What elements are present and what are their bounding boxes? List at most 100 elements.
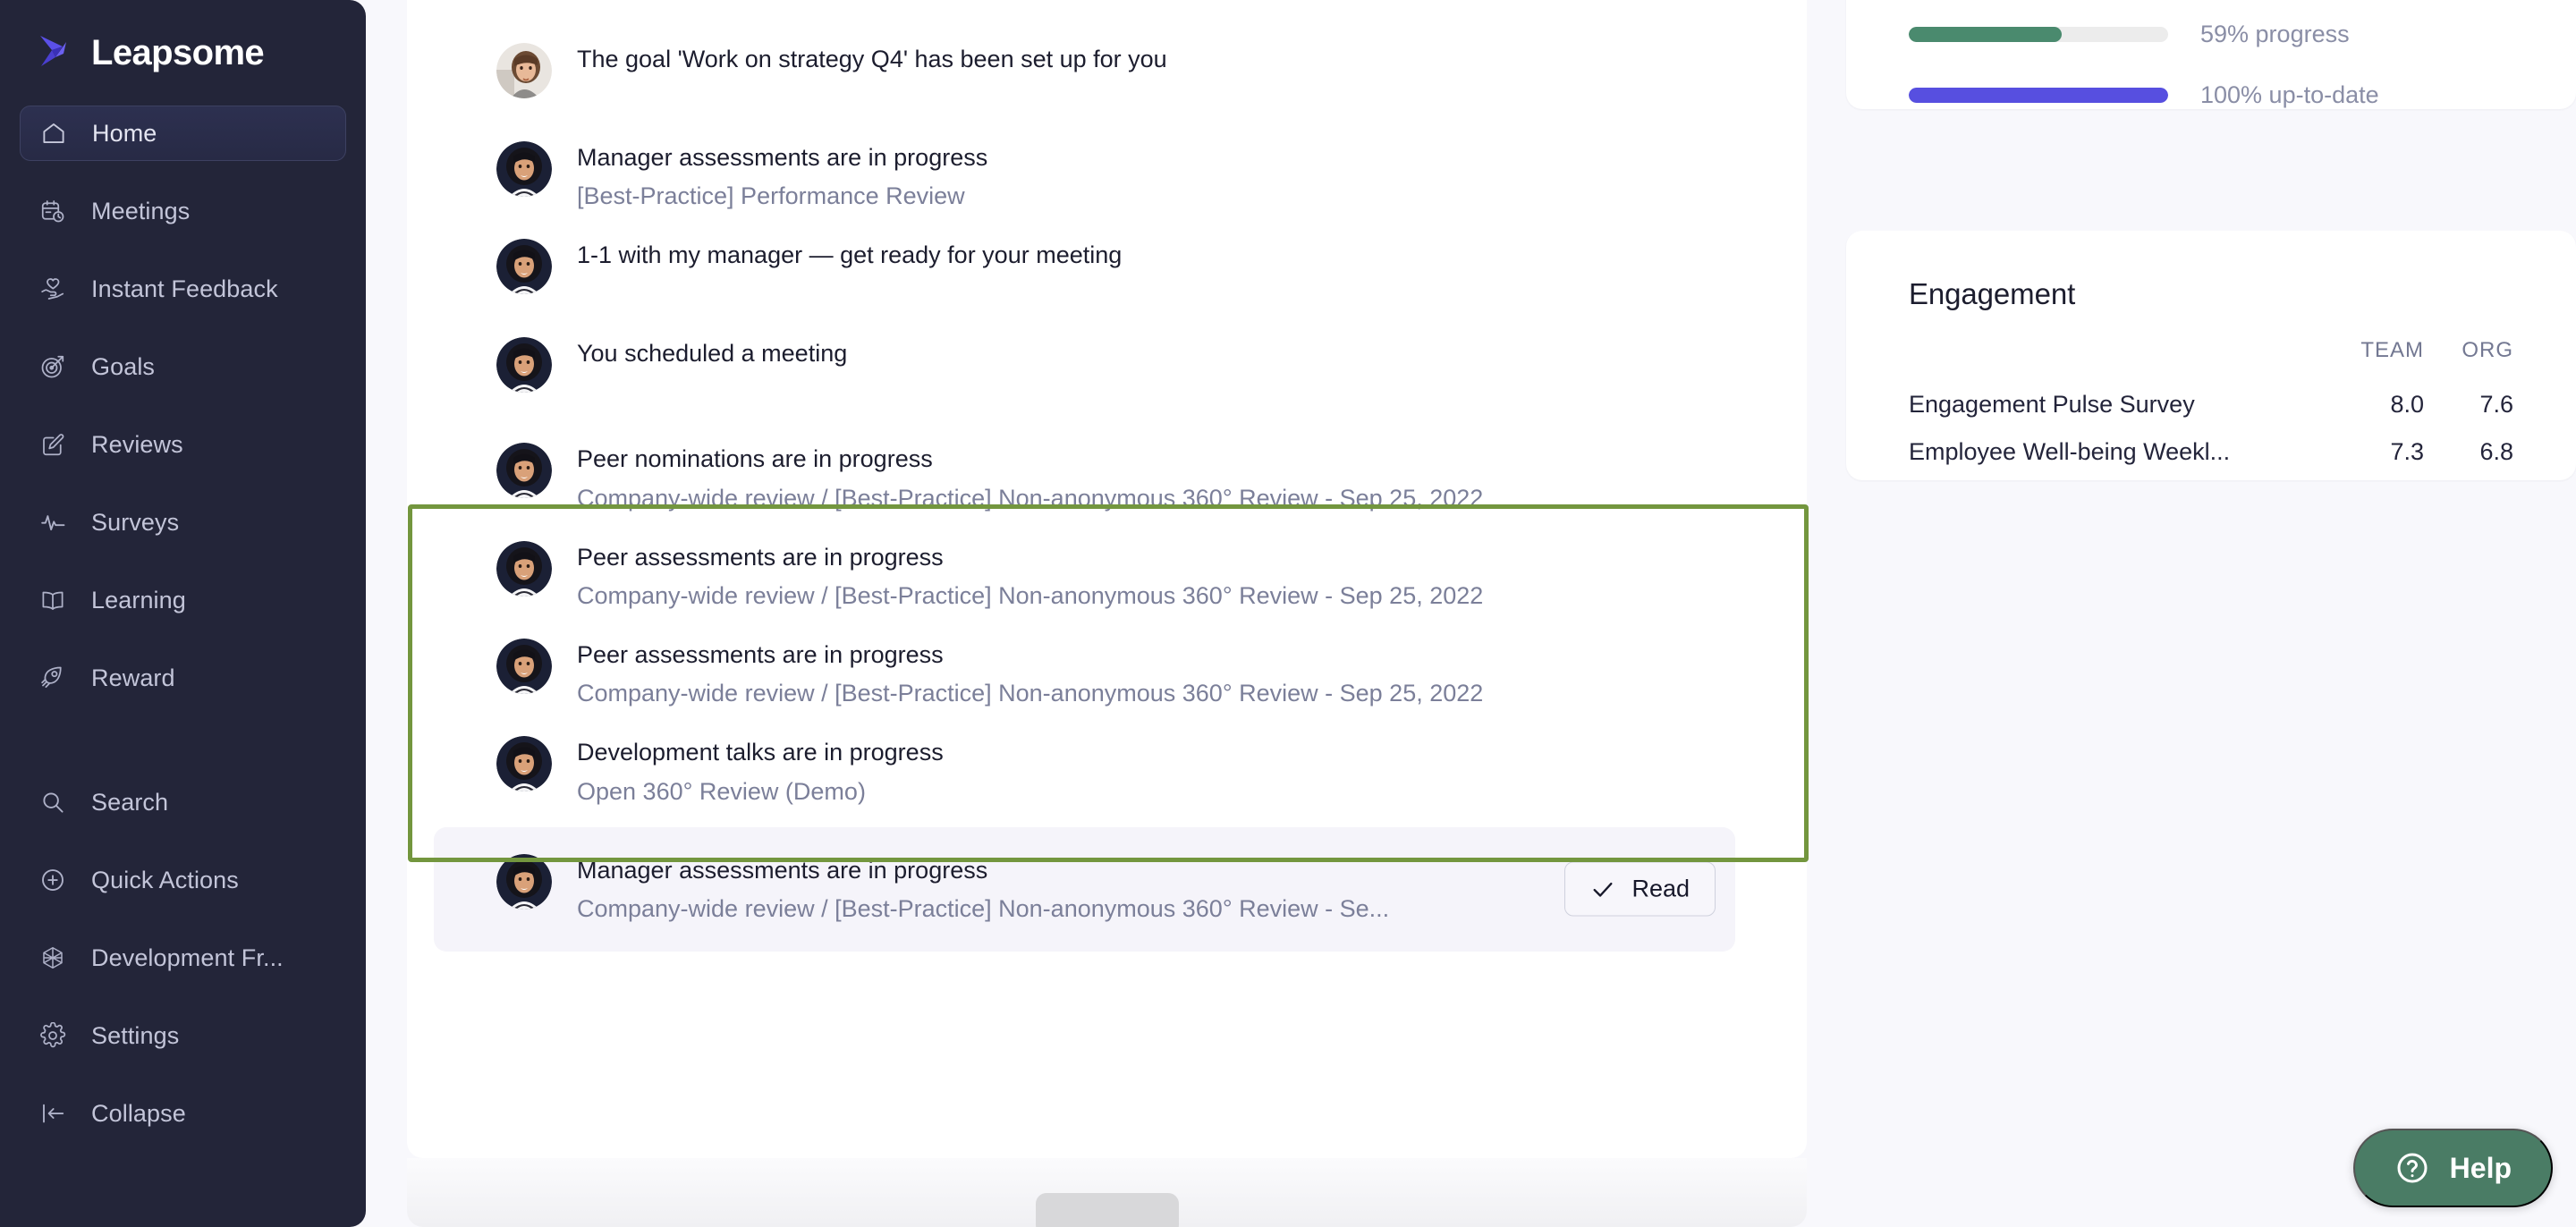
notification-title: Development talks are in progress (577, 739, 944, 766)
list-item[interactable]: Peer nominations are in progress Company… (407, 441, 1807, 513)
sidebar-item-home[interactable]: Home (20, 106, 346, 161)
notification-subtitle: Open 360° Review (Demo) (577, 777, 866, 805)
show-more-button[interactable] (1035, 1193, 1179, 1227)
brand[interactable]: Leapsome (20, 0, 346, 106)
feed-footer-strip (407, 1158, 1807, 1227)
avatar (496, 443, 552, 499)
engagement-table: TEAM ORG Engagement Pulse Survey 8.0 7.6… (1909, 338, 2513, 476)
progress-label: 59% progress (2200, 20, 2350, 47)
list-item-unread[interactable]: Manager assessments are in progress Comp… (434, 826, 1735, 952)
sidebar-item-label: Search (91, 788, 169, 816)
sidebar-item-label: Development Fr... (91, 944, 284, 971)
sidebar-item-development-framework[interactable]: Development Fr... (20, 930, 346, 986)
list-item-body: Development talks are in progress Open 3… (577, 734, 944, 807)
engagement-card: Engagement TEAM ORG Engagement Pulse Sur… (1846, 231, 2576, 480)
sidebar-item-reviews[interactable]: Reviews (20, 417, 346, 472)
collapse-left-icon (39, 1100, 66, 1127)
survey-org-score: 7.6 (2479, 391, 2513, 418)
sidebar-item-label: Reward (91, 664, 175, 691)
notification-title: You scheduled a meeting (577, 340, 848, 368)
notifications-card: The goal 'Work on strategy Q4' has been … (407, 0, 1807, 1158)
sidebar-item-label: Instant Feedback (91, 275, 278, 302)
list-item[interactable]: You scheduled a meeting (407, 335, 1807, 393)
sidebar-item-goals[interactable]: Goals (20, 339, 346, 394)
progress-card: 59% progress 100% up-to-date (1846, 0, 2576, 109)
sidebar-item-search[interactable]: Search (20, 774, 346, 830)
avatar (496, 639, 552, 695)
list-item-body: Peer assessments are in progress Company… (577, 637, 1483, 709)
table-header-row: TEAM ORG (1909, 338, 2513, 381)
notification-title: 1-1 with my manager — get ready for your… (577, 241, 1123, 269)
list-item-body: You scheduled a meeting (577, 335, 847, 369)
survey-team-score: 8.0 (2390, 391, 2424, 418)
survey-org-score: 6.8 (2479, 438, 2513, 465)
list-item: Manager assessments are in progress Comp… (496, 852, 1735, 925)
search-icon (39, 789, 66, 816)
list-item[interactable]: 1-1 with my manager — get ready for your… (407, 237, 1807, 295)
edit-square-icon (39, 431, 66, 458)
engagement-title: Engagement (1909, 277, 2076, 310)
pulse-wave-icon (39, 509, 66, 536)
list-item[interactable]: Peer assessments are in progress Company… (407, 637, 1807, 709)
rocket-icon (39, 664, 66, 691)
notification-subtitle: Company-wide review / [Best-Practice] No… (577, 680, 1484, 707)
progress-bar-track (1909, 26, 2168, 42)
hand-heart-icon (39, 275, 66, 302)
sidebar-item-label: Meetings (91, 197, 191, 224)
progress-label: 100% up-to-date (2200, 80, 2379, 108)
list-item-body: Manager assessments are in progress [Bes… (577, 140, 987, 212)
list-item[interactable]: Manager assessments are in progress [Bes… (407, 140, 1807, 212)
help-label: Help (2449, 1151, 2512, 1184)
sidebar-item-surveys[interactable]: Surveys (20, 495, 346, 550)
avatar (496, 853, 552, 910)
notifications-list: The goal 'Work on strategy Q4' has been … (407, 0, 1807, 952)
table-row[interactable]: Employee Well-being Weekl... 7.3 6.8 (1909, 428, 2513, 476)
notification-title: Manager assessments are in progress (577, 144, 988, 171)
check-icon (1590, 876, 1615, 901)
table-row[interactable]: Engagement Pulse Survey 8.0 7.6 (1909, 381, 2513, 428)
home-icon (40, 120, 67, 147)
sidebar-item-reward[interactable]: Reward (20, 650, 346, 706)
plus-circle-icon (39, 867, 66, 893)
notification-subtitle: Company-wide review / [Best-Practice] No… (577, 894, 1390, 922)
sidebar-item-quick-actions[interactable]: Quick Actions (20, 852, 346, 908)
list-item-body: 1-1 with my manager — get ready for your… (577, 237, 1122, 271)
avatar (496, 43, 552, 98)
sidebar-item-label: Quick Actions (91, 866, 239, 893)
sidebar-item-label: Settings (91, 1021, 180, 1049)
sidebar-item-settings[interactable]: Settings (20, 1008, 346, 1063)
app-root: Leapsome Home Meetings Instant Feedback (0, 0, 2576, 1227)
avatar (496, 540, 552, 597)
help-button[interactable]: Help (2352, 1129, 2553, 1207)
list-item-body: Peer assessments are in progress Company… (577, 539, 1483, 612)
progress-row: 59% progress (1909, 4, 2513, 64)
calendar-clock-icon (39, 198, 66, 224)
sidebar-item-collapse[interactable]: Collapse (20, 1086, 346, 1141)
sidebar-item-label: Surveys (91, 508, 180, 536)
survey-name: Employee Well-being Weekl... (1909, 438, 2231, 465)
list-item[interactable]: The goal 'Work on strategy Q4' has been … (407, 41, 1807, 98)
sidebar-item-label: Home (92, 119, 157, 147)
brand-name: Leapsome (91, 33, 265, 72)
sidebar-item-instant-feedback[interactable]: Instant Feedback (20, 261, 346, 317)
sidebar-nav-primary: Home Meetings Instant Feedback Goals Rev… (20, 106, 346, 1141)
sidebar-item-meetings[interactable]: Meetings (20, 183, 346, 239)
notification-subtitle: Company-wide review / [Best-Practice] No… (577, 581, 1484, 609)
column-header-org: ORG (2462, 338, 2513, 362)
mark-read-button[interactable]: Read (1564, 861, 1716, 917)
framework-hex-icon (39, 944, 66, 971)
progress-bar-track (1909, 87, 2168, 103)
list-item-body: Peer nominations are in progress Company… (577, 441, 1483, 513)
list-item[interactable]: Development talks are in progress Open 3… (407, 734, 1807, 807)
sidebar-item-learning[interactable]: Learning (20, 572, 346, 628)
list-item[interactable]: Peer assessments are in progress Company… (407, 539, 1807, 612)
sidebar-item-label: Collapse (91, 1099, 186, 1127)
